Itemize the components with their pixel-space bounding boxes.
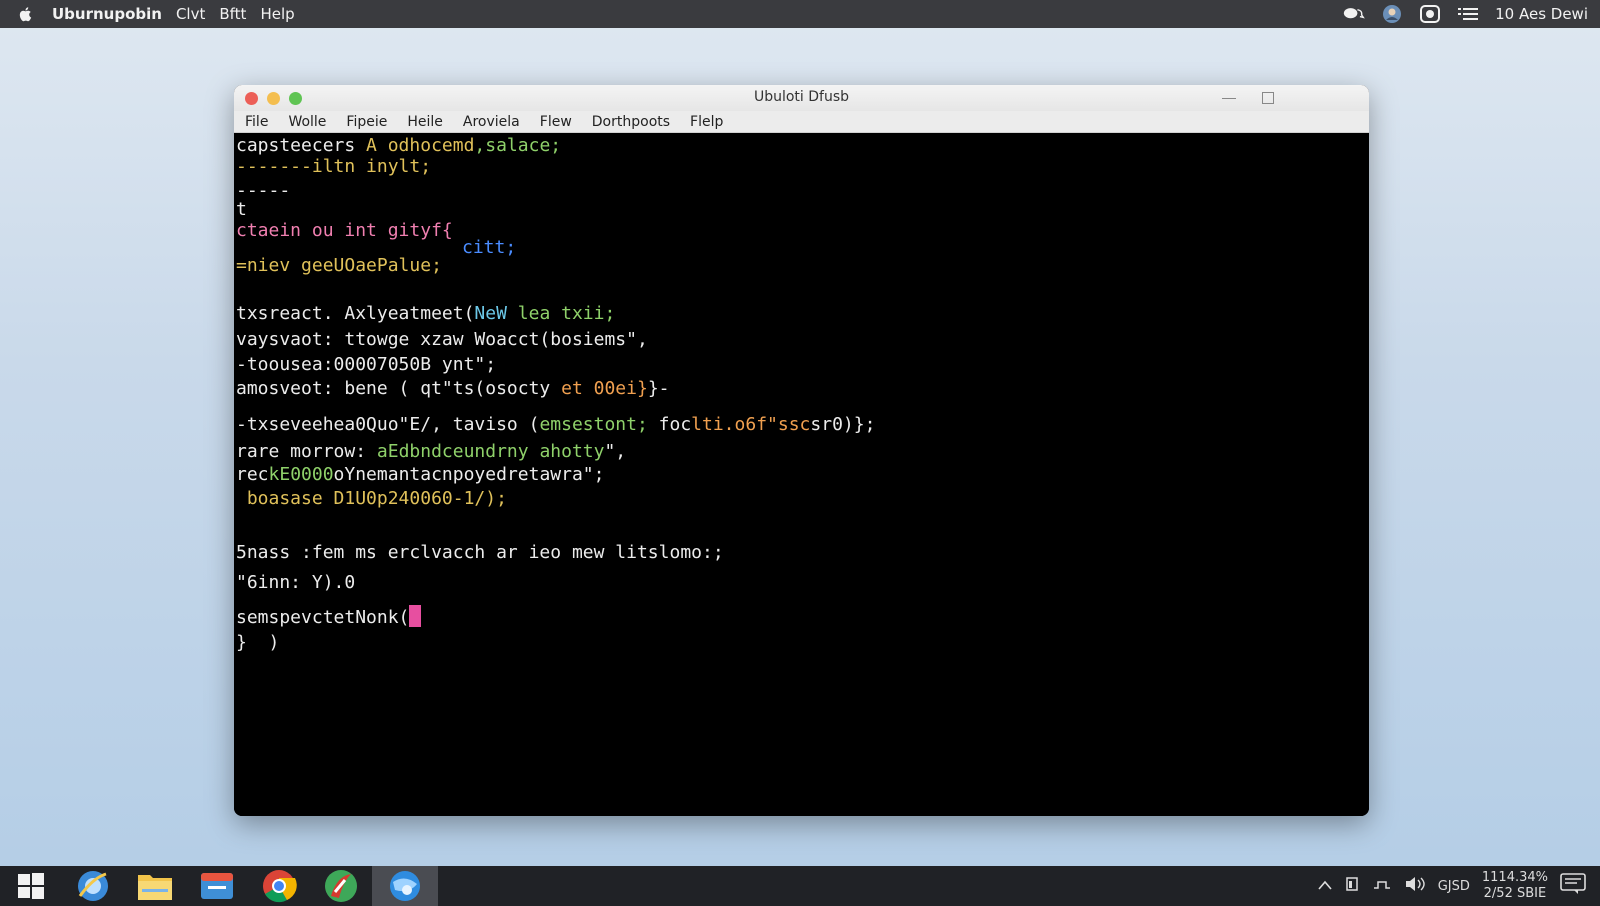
windows-start-icon[interactable] [0,866,62,906]
menubar-item-1[interactable]: Clvt [176,5,205,23]
menubar-item-help[interactable]: Help [260,5,294,23]
terminal-output[interactable]: capsteecers A odhocemd,salace; -------il… [234,133,1369,816]
terminal-cursor [409,605,422,627]
maximize-icon[interactable] [1262,92,1274,104]
terminal-line: txsreact. Axlyeatmeet(NeW lea txii; [236,303,616,324]
window-menu-8[interactable]: Flelp [690,114,723,130]
apple-logo-icon[interactable] [0,5,52,23]
terminal-prompt-line[interactable]: semspevctetNonk( [236,605,422,628]
terminal-line: =niev geeUOaePalue; [236,255,442,276]
terminal-line: citt; [462,237,517,258]
terminal-line: } ) [236,632,280,653]
window-menu-row: File Wolle Fipeie Heile Aroviela Flew Do… [234,111,1369,133]
input-language[interactable]: GJSD [1438,879,1470,894]
terminal-line: boasase D1U0p240060-1/); [236,488,507,509]
terminal-line: 5nass :fem ms erclvacch ar ieo mew litsl… [236,542,724,563]
notifications-icon[interactable] [1560,873,1586,899]
terminal-line: ctaein ou int gityf{ [236,220,453,241]
window-menu-6[interactable]: Flew [540,114,572,130]
network-icon[interactable] [1372,876,1392,896]
taskbar-date: 2/52 SBIE [1483,886,1547,901]
terminal-line: capsteecers A odhocemd,salace; [236,135,562,156]
terminal-line: amosveot: bene ( qt"ts(osocty et 00ei}}- [236,378,670,399]
terminal-line: rare morrow: aEdbndceundrny ahotty", [236,441,627,462]
chrome-icon[interactable] [248,866,310,906]
volume-icon[interactable] [1404,876,1426,896]
user-avatar-icon[interactable] [1381,5,1403,23]
window-titlebar[interactable]: Ubuloti Dfusb [234,85,1369,111]
terminal-line: -------iltn inylt; [236,156,432,177]
taskbar-clock[interactable]: 1114.34% 2/52 SBIE [1482,870,1548,902]
window-menu-file[interactable]: File [245,114,268,130]
menubar-app-name[interactable]: Uburnupobin [52,5,162,23]
file-explorer-icon[interactable] [124,866,186,906]
menubar-item-2[interactable]: Bftt [219,5,246,23]
blue-globe-app-icon[interactable] [372,866,438,906]
taskbar: GJSD 1114.34% 2/52 SBIE [0,866,1600,906]
files-app-icon[interactable] [186,866,248,906]
terminal-line: ----- [236,180,291,201]
window-menu-7[interactable]: Dorthpoots [592,114,670,130]
red-app-icon[interactable] [310,866,372,906]
battery-icon[interactable] [1344,876,1360,896]
menubar-clock[interactable]: 10 Aes Dewi [1495,5,1588,23]
chat-bubbles-icon[interactable] [1343,5,1365,23]
window-menu-2[interactable]: Wolle [288,114,326,130]
window-menu-5[interactable]: Aroviela [463,114,520,130]
window-menu-4[interactable]: Heile [407,114,443,130]
terminal-line: reckE0000oYnemantacnpoyedretawra"; [236,464,605,485]
top-menubar: Uburnupobin Clvt Bftt Help 10 Aes Dewi [0,0,1600,28]
window-title: Ubuloti Dfusb [753,89,850,105]
minimize-icon[interactable] [1222,98,1236,99]
internet-explorer-icon[interactable] [62,866,124,906]
terminal-line: t [236,199,247,220]
terminal-line: -toousea:00007050B ynt"; [236,354,497,375]
terminal-line: -txseveehea0Quo"E/, taviso (emsestont; f… [236,414,876,435]
terminal-window: Ubuloti Dfusb File Wolle Fipeie Heile Ar… [234,85,1369,816]
screen-record-icon[interactable] [1419,5,1441,23]
window-menu-3[interactable]: Fipeie [346,114,387,130]
list-menu-icon[interactable] [1457,5,1479,23]
chevron-up-icon[interactable] [1318,879,1332,894]
terminal-line: vaysvaot: ttowge xzaw Woacct(bosiems", [236,329,648,350]
taskbar-time: 1114.34% [1481,870,1548,885]
system-tray: GJSD 1114.34% 2/52 SBIE [1318,870,1600,902]
terminal-line: "6inn: Y).0 [236,572,356,593]
